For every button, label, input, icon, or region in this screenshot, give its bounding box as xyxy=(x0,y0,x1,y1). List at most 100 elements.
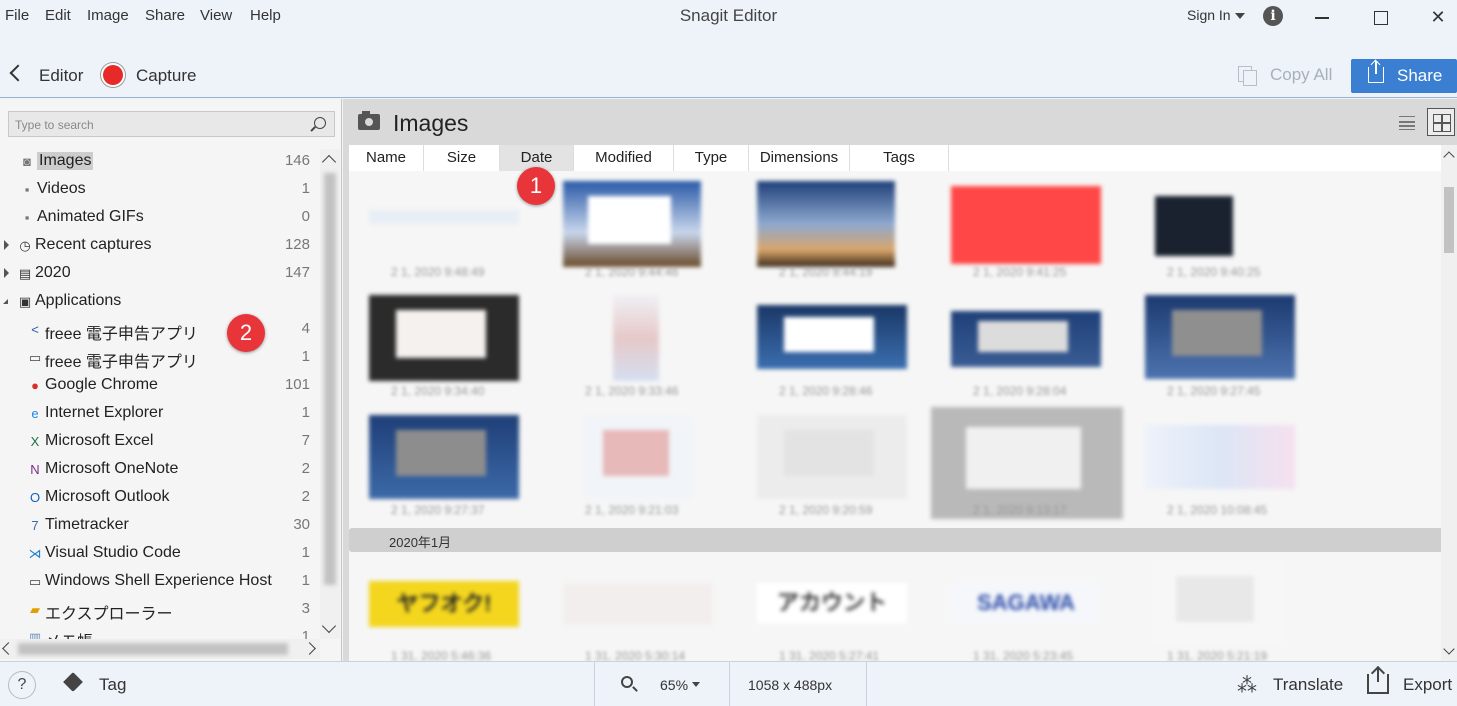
scroll-down-icon[interactable] xyxy=(321,618,337,634)
export-button[interactable]: Export xyxy=(1403,675,1452,695)
column-name[interactable]: Name xyxy=(349,145,424,171)
ie-icon: e xyxy=(31,406,39,421)
image-thumbnail[interactable] xyxy=(757,415,907,499)
image-thumbnail[interactable] xyxy=(951,186,1101,264)
sidebar-item[interactable]: ▪ Videos 1 xyxy=(0,177,320,203)
editor-button[interactable]: Editor xyxy=(39,66,83,86)
grid-view-icon[interactable] xyxy=(1427,108,1455,136)
scroll-up-icon[interactable] xyxy=(1443,151,1455,163)
column-tags[interactable]: Tags xyxy=(850,145,949,171)
capture-button[interactable]: Capture xyxy=(136,66,196,86)
image-thumbnail[interactable] xyxy=(583,415,693,499)
scrollbar-thumb[interactable] xyxy=(324,173,336,585)
image-thumbnail[interactable]: ヤフオク! xyxy=(369,581,519,627)
image-thumbnail[interactable] xyxy=(1153,561,1283,645)
collapse-arrow-icon[interactable] xyxy=(3,299,8,304)
sidebar-item-label: Windows Shell Experience Host xyxy=(45,572,272,589)
sidebar-item-count: 3 xyxy=(301,600,310,617)
image-thumbnail[interactable] xyxy=(951,311,1101,367)
thumbnail-caption: 2 1, 2020 9:33:46 xyxy=(585,384,679,398)
date-group-header[interactable]: 2020年1月 xyxy=(349,528,1441,552)
sidebar-item[interactable]: ▤ 2020 147 xyxy=(0,261,320,287)
image-thumbnail[interactable] xyxy=(1145,425,1295,489)
sidebar-item[interactable]: ▪ Animated GIFs 0 xyxy=(0,205,320,231)
gallery-vertical-scrollbar[interactable] xyxy=(1441,145,1457,661)
zoom-icon[interactable] xyxy=(621,676,633,688)
tag-button[interactable]: Tag xyxy=(99,675,126,695)
search-icon[interactable] xyxy=(314,117,326,129)
thumbnail-caption: 2 1, 2020 10:08:45 xyxy=(1167,503,1268,517)
image-thumbnail[interactable] xyxy=(563,583,713,625)
expand-arrow-icon[interactable] xyxy=(4,268,9,278)
image-thumbnail[interactable] xyxy=(757,181,895,267)
sidebar-item[interactable]: O Microsoft Outlook 2 xyxy=(0,485,320,511)
thumbnail-caption: 2 1, 2020 9:13:17 xyxy=(973,503,1067,517)
info-icon[interactable]: i xyxy=(1263,6,1283,26)
column-modified[interactable]: Modified xyxy=(574,145,674,171)
thumbnail-content xyxy=(965,427,1081,489)
chevron-down-icon[interactable] xyxy=(692,682,700,687)
sidebar-item[interactable]: ▰ エクスプローラー 3 xyxy=(0,597,320,623)
image-thumbnail[interactable]: アカウント xyxy=(757,583,907,623)
sidebar-horizontal-scrollbar[interactable] xyxy=(0,639,320,659)
sidebar-item[interactable]: ▭ freee 電子申告アプリ 1 xyxy=(0,345,320,371)
translate-button[interactable]: Translate xyxy=(1273,675,1343,695)
sidebar-vertical-scrollbar[interactable] xyxy=(320,149,340,639)
image-thumbnail[interactable] xyxy=(1155,196,1233,256)
image-dimensions: 1058 x 488px xyxy=(748,677,833,693)
sidebar-item[interactable]: ◙ Images 146 xyxy=(0,149,320,175)
maximize-button[interactable] xyxy=(1365,4,1395,30)
sidebar-item[interactable]: ⋊ Visual Studio Code 1 xyxy=(0,541,320,567)
translate-icon[interactable]: ⁂ xyxy=(1237,673,1257,698)
search-placeholder: Type to search xyxy=(15,118,94,132)
sidebar-item[interactable]: N Microsoft OneNote 2 xyxy=(0,457,320,483)
image-thumbnail[interactable] xyxy=(563,181,701,267)
minimize-button[interactable] xyxy=(1307,4,1337,30)
scroll-right-icon[interactable] xyxy=(303,642,316,655)
image-thumbnail[interactable] xyxy=(1145,295,1295,379)
image-thumbnail[interactable] xyxy=(757,305,907,369)
scroll-up-icon[interactable] xyxy=(321,154,337,170)
image-thumbnail[interactable] xyxy=(369,210,519,224)
scroll-down-icon[interactable] xyxy=(1443,643,1455,655)
sidebar-item[interactable]: e Internet Explorer 1 xyxy=(0,401,320,427)
image-thumbnail[interactable] xyxy=(369,415,519,499)
list-view-icon[interactable] xyxy=(1399,116,1415,130)
callout-marker-2: 2 xyxy=(227,314,265,352)
column-dimensions[interactable]: Dimensions xyxy=(749,145,850,171)
column-type[interactable]: Type xyxy=(674,145,749,171)
sidebar-item[interactable]: X Microsoft Excel 7 xyxy=(0,429,320,455)
zoom-level[interactable]: 65% xyxy=(660,677,688,693)
search-input[interactable]: Type to search xyxy=(8,111,335,137)
sidebar-item-label: 2020 xyxy=(35,264,71,281)
excel-icon: X xyxy=(30,434,40,449)
camera-icon xyxy=(358,111,380,130)
scrollbar-thumb[interactable] xyxy=(18,643,288,655)
sidebar-item[interactable]: 7 Timetracker 30 xyxy=(0,513,320,539)
help-icon[interactable]: ? xyxy=(8,671,36,699)
column-size[interactable]: Size xyxy=(424,145,500,171)
image-thumbnail[interactable]: SAGAWA xyxy=(951,583,1101,623)
close-button[interactable]: ✕ xyxy=(1423,4,1453,30)
sidebar-item-label: メモ帳 xyxy=(45,628,93,639)
sidebar-item[interactable]: < freee 電子申告アプリ 4 xyxy=(0,317,320,343)
sidebar-item-label: Google Chrome xyxy=(45,376,158,393)
copy-all-button[interactable]: Copy All xyxy=(1238,65,1332,86)
sidebar-item[interactable]: ▣ Applications xyxy=(0,289,320,315)
sign-in-button[interactable]: Sign In xyxy=(1187,7,1245,23)
sidebar-item[interactable]: ▭ Windows Shell Experience Host 1 xyxy=(0,569,320,595)
image-thumbnail[interactable] xyxy=(613,295,659,381)
scrollbar-thumb[interactable] xyxy=(1444,187,1454,253)
sidebar-item[interactable]: ◷ Recent captures 128 xyxy=(0,233,320,259)
back-arrow-icon[interactable] xyxy=(9,64,27,82)
sidebar-item-label: Microsoft OneNote xyxy=(45,460,179,477)
expand-arrow-icon[interactable] xyxy=(4,240,9,250)
record-icon[interactable] xyxy=(103,65,123,85)
tag-icon[interactable] xyxy=(63,672,83,692)
export-icon[interactable] xyxy=(1367,668,1389,694)
scroll-left-icon[interactable] xyxy=(2,642,15,655)
image-thumbnail[interactable] xyxy=(369,295,519,381)
sidebar-item[interactable]: ● Google Chrome 101 xyxy=(0,373,320,399)
sidebar-item[interactable]: ▥メモ帳 1 xyxy=(0,625,320,639)
share-button[interactable]: Share xyxy=(1351,59,1457,93)
